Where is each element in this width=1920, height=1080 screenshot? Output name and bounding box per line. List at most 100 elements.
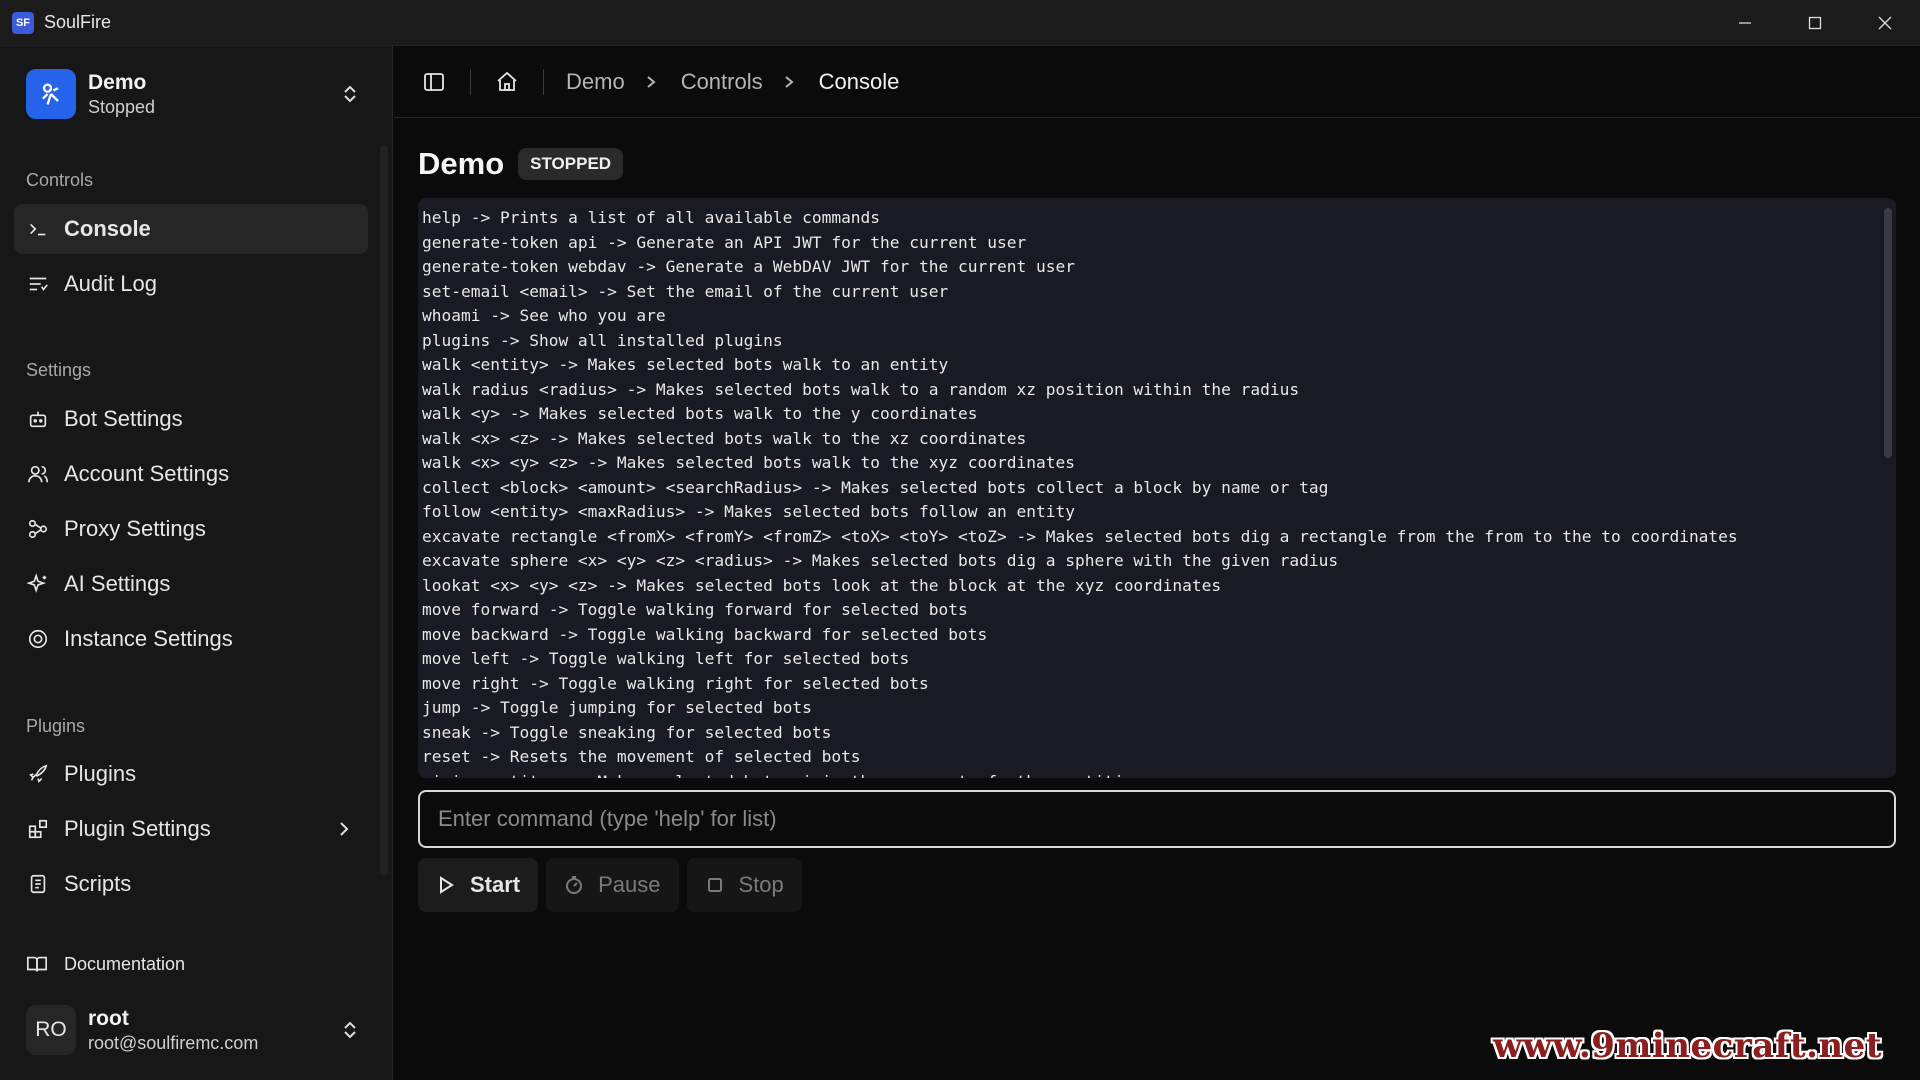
group-label-plugins: Plugins: [26, 716, 86, 736]
instance-info: Demo Stopped: [88, 70, 155, 118]
pause-button[interactable]: Pause: [546, 858, 679, 912]
console-line: excavate rectangle <fromX> <fromY> <from…: [422, 526, 1738, 546]
console-line: excavate sphere <x> <y> <z> <radius> -> …: [422, 551, 1339, 570]
console-line: move forward -> Toggle walking forward f…: [422, 600, 968, 619]
console-line: reset -> Resets the movement of selected…: [422, 747, 861, 766]
console-line: walk <x> <y> <z> -> Makes selected bots …: [422, 453, 1075, 472]
title-bar: SF SoulFire: [0, 0, 1920, 46]
sidebar-item-label: Scripts: [64, 871, 132, 896]
toggle-sidebar-button[interactable]: [420, 68, 448, 96]
sidebar-item-plugins[interactable]: Plugins: [14, 749, 368, 799]
command-input[interactable]: [418, 790, 1896, 848]
console-line: sneak -> Toggle sneaking for selected bo…: [422, 722, 832, 742]
user-email: root@soulfiremc.com: [88, 1033, 259, 1053]
sidebar-item-label: Proxy Settings: [64, 516, 206, 541]
console-line: move right -> Toggle walking right for s…: [422, 673, 929, 693]
user-name: root: [88, 1007, 129, 1030]
timer-icon: [564, 874, 586, 896]
console-line: generate-token api -> Generate an API JW…: [422, 232, 1027, 252]
chevron-right-icon: [334, 819, 354, 845]
start-label: Start: [470, 872, 521, 897]
home-icon: [497, 71, 517, 91]
sidebar-item-audit-log[interactable]: Audit Log: [14, 259, 368, 309]
console-line: walk radius <radius> -> Makes selected b…: [422, 379, 1300, 399]
sidebar-item-label: Account Settings: [64, 461, 230, 486]
console-scrollbar[interactable]: [1884, 208, 1892, 458]
breadcrumb-item-demo[interactable]: Demo: [566, 69, 625, 95]
breadcrumb-item-controls[interactable]: Controls: [681, 69, 763, 95]
sparkles-icon: [26, 572, 50, 596]
maximize-icon: [1808, 16, 1822, 30]
console-line: walk <x> <z> -> Makes selected bots walk…: [422, 428, 1027, 448]
console-line: mimic <entity> -> Makes selected bots mi…: [418, 770, 1896, 779]
network-icon: [26, 517, 50, 541]
sidebar-item-label: Audit Log: [64, 271, 157, 296]
window-title: SoulFire: [44, 12, 112, 32]
stop-label: Stop: [738, 872, 784, 897]
watermark: www.9minecraft.net: [1493, 1026, 1882, 1066]
main-content: Demo Controls Console Demo STOPPED help …: [394, 46, 1920, 1080]
sidebar-item-bot-settings[interactable]: Bot Settings: [14, 394, 368, 444]
console-line: walk <y> -> Makes selected bots walk to …: [422, 404, 978, 423]
instance-name: Demo: [88, 71, 147, 94]
sidebar-item-account-settings[interactable]: Account Settings: [14, 449, 368, 499]
console-line: move left -> Toggle walking left for sel…: [422, 649, 910, 668]
close-window-button[interactable]: [1850, 0, 1920, 46]
sidebar-item-label: AI Settings: [64, 571, 171, 596]
terminal-icon: [26, 217, 50, 241]
user-menu[interactable]: RO root root@soulfiremc.com: [14, 998, 374, 1062]
chevrons-up-down-icon: [340, 84, 360, 104]
home-button[interactable]: [493, 68, 521, 96]
console-line: help -> Prints a list of all available c…: [422, 208, 881, 227]
console-line: follow <entity> <maxRadius> -> Makes sel…: [422, 502, 1075, 521]
scroll-icon: [26, 872, 50, 896]
sidebar-item-console[interactable]: Console: [14, 204, 368, 254]
chevrons-up-down-icon: [340, 1020, 360, 1040]
book-open-icon: [26, 952, 50, 976]
console-line: lookat <x> <y> <z> -> Makes selected bot…: [422, 575, 1222, 595]
console-output[interactable]: help -> Prints a list of all available c…: [418, 198, 1896, 778]
control-buttons: Start Pause Stop: [418, 858, 802, 912]
minimize-icon: [1739, 22, 1751, 24]
play-icon: [436, 874, 458, 896]
sidebar-item-scripts[interactable]: Scripts: [14, 859, 368, 909]
stop-button[interactable]: Stop: [686, 858, 802, 912]
console-line: plugins -> Show all installed plugins: [422, 330, 783, 350]
documentation-label: Documentation: [64, 953, 186, 974]
minimize-button[interactable]: [1710, 0, 1780, 46]
rocket-icon: [26, 762, 50, 786]
instance-icon: [42, 83, 59, 105]
bot-icon: [26, 407, 50, 431]
sidebar: Demo Stopped Controls Console Audit Log …: [0, 46, 393, 1080]
instance-avatar: [26, 69, 76, 119]
settings-circle-icon: [26, 627, 50, 651]
maximize-button[interactable]: [1780, 0, 1850, 46]
app-window: SF SoulFire Demo Stopped Controls Consol…: [0, 0, 1920, 1080]
console-lines: help -> Prints a list of all available c…: [418, 206, 1896, 778]
square-icon: [705, 874, 727, 896]
panel-left-icon: [424, 72, 444, 91]
pause-label: Pause: [598, 872, 661, 897]
sidebar-item-instance-settings[interactable]: Instance Settings: [14, 614, 368, 664]
console-line: set-email <email> -> Set the email of th…: [422, 281, 949, 301]
status-badge: STOPPED: [518, 148, 624, 180]
user-info: root root@soulfiremc.com: [88, 1006, 258, 1054]
sidebar-item-proxy-settings[interactable]: Proxy Settings: [14, 504, 368, 554]
user-avatar: RO: [26, 1005, 76, 1055]
sidebar-scrollbar[interactable]: [380, 146, 388, 876]
sidebar-item-ai-settings[interactable]: AI Settings: [14, 559, 368, 609]
console-line: jump -> Toggle jumping for selected bots: [422, 698, 812, 717]
app-logo: SF: [12, 11, 34, 34]
instance-switcher[interactable]: Demo Stopped: [14, 62, 374, 126]
toolbar-divider: [470, 68, 471, 95]
list-filter-icon: [26, 272, 50, 296]
toolbar-divider: [543, 68, 544, 95]
top-bar: Demo Controls Console: [394, 46, 1920, 118]
sidebar-item-plugin-settings[interactable]: Plugin Settings: [14, 804, 368, 854]
window-controls: [1710, 0, 1920, 46]
start-button[interactable]: Start: [418, 858, 539, 912]
console-line: walk <entity> -> Makes selected bots wal…: [422, 355, 949, 374]
instance-status: Stopped: [88, 97, 156, 117]
documentation-link[interactable]: Documentation: [14, 942, 368, 986]
console-line: move backward -> Toggle walking backward…: [422, 624, 988, 644]
